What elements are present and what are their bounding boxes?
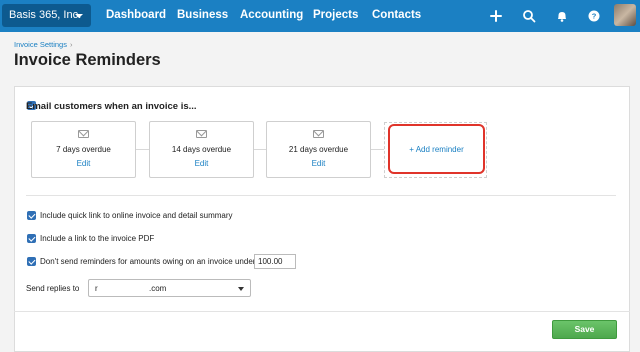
nav-accounting[interactable]: Accounting [240,0,303,32]
envelope-icon [313,130,324,138]
pdf-link-label: Include a link to the invoice PDF [40,234,155,243]
bell-icon[interactable] [552,6,572,26]
quick-link-checkbox[interactable] [27,211,36,220]
reminder-edit-link[interactable]: Edit [32,159,135,168]
pdf-link-checkbox[interactable] [27,234,36,243]
reminder-card-21-days: 21 days overdue Edit [266,121,371,178]
email-customers-label: Email customers when an invoice is... [26,101,197,112]
breadcrumb[interactable]: Invoice Settings › [14,40,72,49]
org-name: Basis 365, Inc. [9,9,82,21]
envelope-icon [196,130,207,138]
add-reminder-label: + Add reminder [409,145,464,154]
save-button[interactable]: Save [552,320,617,339]
caret-down-icon [75,14,83,18]
org-switcher-button[interactable]: Basis 365, Inc. [2,4,91,27]
send-replies-label: Send replies to [26,284,80,293]
caret-down-icon [238,287,244,291]
min-amount-input[interactable]: 100.00 [254,254,296,269]
reminder-connector [371,149,384,150]
reminder-label: 21 days overdue [288,145,349,154]
reminder-connector [254,149,266,150]
min-amount-checkbox[interactable] [27,257,36,266]
nav-projects[interactable]: Projects [313,0,358,32]
help-icon[interactable]: ? [584,6,604,26]
send-replies-select[interactable]: r .com [88,279,251,297]
quick-link-label: Include quick link to online invoice and… [40,211,233,220]
reminder-edit-link[interactable]: Edit [150,159,253,168]
breadcrumb-invoice-settings[interactable]: Invoice Settings [14,40,67,49]
section-divider [26,195,616,196]
avatar[interactable] [614,4,636,26]
nav-dashboard[interactable]: Dashboard [106,0,166,32]
envelope-icon [78,130,89,138]
reminder-label: 7 days overdue [56,145,111,154]
nav-contacts[interactable]: Contacts [372,0,421,32]
nav-business[interactable]: Business [177,0,228,32]
svg-text:?: ? [592,12,597,21]
breadcrumb-separator: › [69,40,73,49]
reminder-connector [136,149,149,150]
reminder-card-14-days: 14 days overdue Edit [149,121,254,178]
reminder-card-7-days: 7 days overdue Edit [31,121,136,178]
min-amount-label: Don't send reminders for amounts owing o… [40,257,256,266]
reminder-edit-link[interactable]: Edit [267,159,370,168]
send-replies-value-start: r [95,284,98,293]
top-nav-bar: Basis 365, Inc. Dashboard Business Accou… [0,0,640,32]
footer-divider [14,311,630,312]
page-title: Invoice Reminders [14,51,161,69]
add-reminder-button[interactable]: + Add reminder [388,124,485,174]
reminder-label: 14 days overdue [171,145,232,154]
plus-icon[interactable] [486,6,506,26]
send-replies-value-end: .com [149,284,167,293]
search-icon[interactable] [519,6,539,26]
